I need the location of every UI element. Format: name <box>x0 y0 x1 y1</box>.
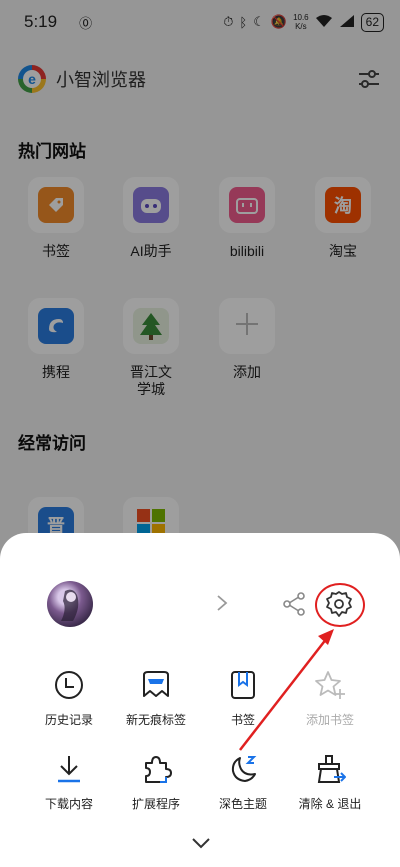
menu-label: 书签 <box>230 713 255 727</box>
settings-highlight-circle <box>315 583 365 627</box>
menu-label: 扩展程序 <box>131 797 180 811</box>
menu-label: 新无痕标签 <box>125 713 186 727</box>
menu-extensions[interactable]: 扩展程序 <box>111 753 201 812</box>
menu-label: 下载内容 <box>44 797 93 811</box>
menu-bottom-sheet: 历史记录 新无痕标签 书签 添加书签 下载内容 扩展程序 深色主题 清除 & 退… <box>0 533 400 867</box>
menu-bookmarks[interactable]: 书签 <box>198 669 288 728</box>
bookmark-icon <box>231 671 255 699</box>
download-icon <box>58 756 80 783</box>
chevron-down-icon[interactable] <box>190 835 212 851</box>
menu-label: 添加书签 <box>305 713 354 727</box>
menu-new-incognito-tab[interactable]: 新无痕标签 <box>111 669 201 728</box>
star-plus-icon <box>315 671 345 699</box>
menu-label: 深色主题 <box>218 797 267 811</box>
broom-exit-icon <box>317 755 346 783</box>
menu-history[interactable]: 历史记录 <box>24 669 114 728</box>
avatar[interactable] <box>47 581 93 627</box>
menu-downloads[interactable]: 下载内容 <box>24 753 114 812</box>
menu-label: 历史记录 <box>44 713 93 727</box>
incognito-mask-icon <box>143 671 169 697</box>
moon-icon <box>231 756 257 782</box>
menu-dark-theme[interactable]: 深色主题 <box>198 753 288 812</box>
menu-label: 清除 & 退出 <box>298 797 362 811</box>
menu-clear-and-exit[interactable]: 清除 & 退出 <box>285 753 375 812</box>
menu-add-bookmark[interactable]: 添加书签 <box>285 669 375 728</box>
share-icon[interactable] <box>281 591 307 617</box>
puzzle-icon <box>145 756 172 783</box>
chevron-right-icon[interactable] <box>212 593 232 613</box>
clock-icon <box>55 671 83 699</box>
